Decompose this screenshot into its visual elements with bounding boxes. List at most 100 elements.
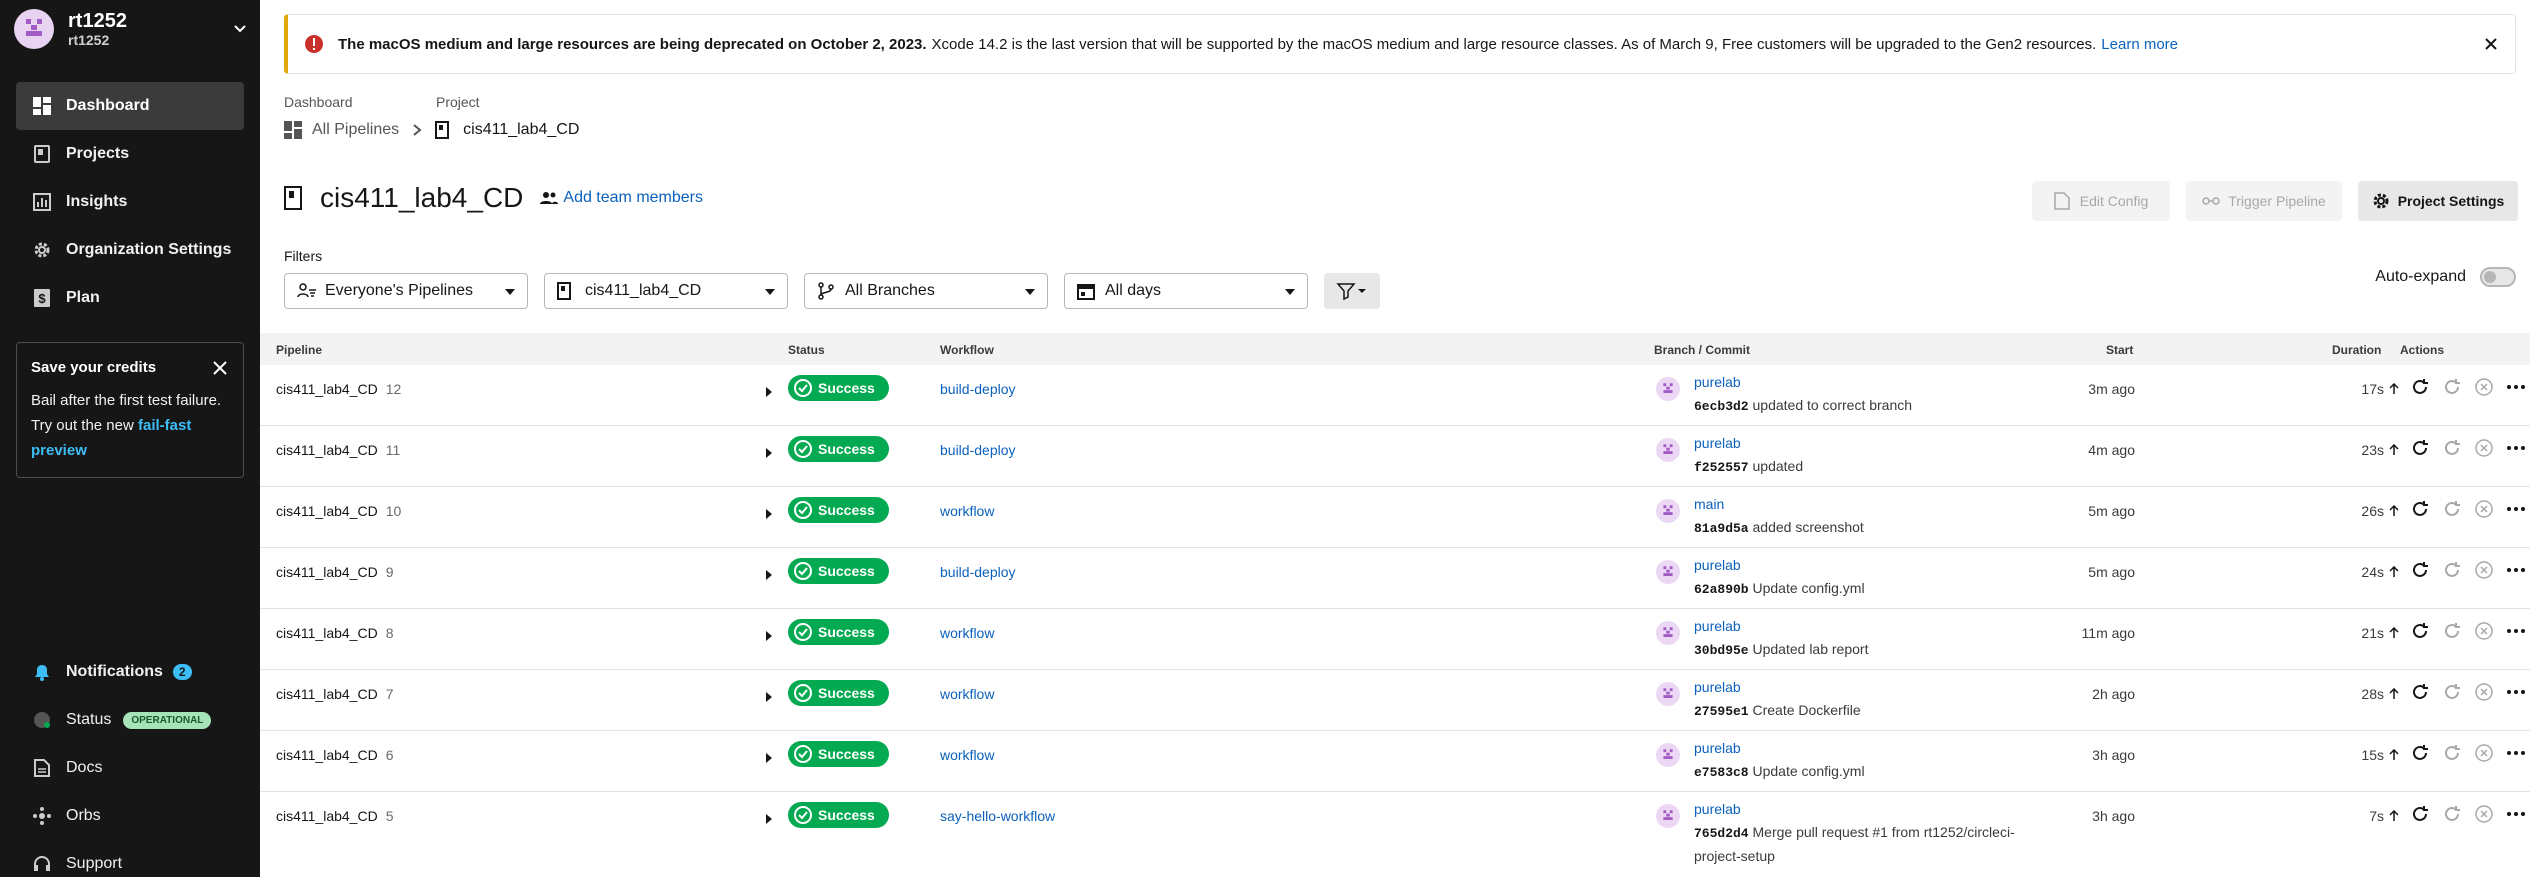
nav-support[interactable]: Support bbox=[16, 840, 244, 877]
expand-caret-icon[interactable] bbox=[766, 570, 772, 580]
rerun-failed-icon[interactable] bbox=[2442, 377, 2462, 397]
table-row[interactable]: cis411_lab4_CD 7 Success workflow purelab… bbox=[260, 670, 2530, 731]
workflow-link[interactable]: workflow bbox=[940, 625, 994, 641]
more-icon[interactable] bbox=[2506, 499, 2526, 519]
nav-notifications[interactable]: Notifications 2 bbox=[16, 648, 244, 696]
more-icon[interactable] bbox=[2506, 377, 2526, 397]
expand-caret-icon[interactable] bbox=[766, 631, 772, 641]
workflow-link[interactable]: workflow bbox=[940, 686, 994, 702]
commit-sha[interactable]: 81a9d5a bbox=[1694, 521, 1749, 536]
rerun-failed-icon[interactable] bbox=[2442, 438, 2462, 458]
cancel-icon[interactable] bbox=[2474, 621, 2494, 641]
nav-docs[interactable]: Docs bbox=[16, 744, 244, 792]
rerun-icon[interactable] bbox=[2410, 560, 2430, 580]
cancel-icon[interactable] bbox=[2474, 438, 2494, 458]
cancel-icon[interactable] bbox=[2474, 682, 2494, 702]
org-switcher[interactable]: rt1252 rt1252 bbox=[14, 6, 250, 52]
auto-expand-toggle[interactable] bbox=[2480, 267, 2516, 287]
nav-projects[interactable]: Projects bbox=[16, 130, 244, 178]
rerun-icon[interactable] bbox=[2410, 621, 2430, 641]
add-team-members-link[interactable]: Add team members bbox=[539, 188, 703, 208]
table-row[interactable]: cis411_lab4_CD 11 Success build-deploy pu… bbox=[260, 426, 2530, 487]
workflow-link[interactable]: build-deploy bbox=[940, 442, 1016, 458]
branch-filter-select[interactable]: All Branches bbox=[804, 273, 1048, 309]
learn-more-link[interactable]: Learn more bbox=[2101, 36, 2178, 53]
commit-sha[interactable]: 765d2d4 bbox=[1694, 826, 1749, 841]
commit-sha[interactable]: 30bd95e bbox=[1694, 643, 1749, 658]
branch-link[interactable]: purelab bbox=[1694, 374, 1741, 390]
more-icon[interactable] bbox=[2506, 682, 2526, 702]
rerun-failed-icon[interactable] bbox=[2442, 499, 2462, 519]
rerun-icon[interactable] bbox=[2410, 499, 2430, 519]
commit-sha[interactable]: f252557 bbox=[1694, 460, 1749, 475]
nav-plan[interactable]: $ Plan bbox=[16, 274, 244, 322]
expand-caret-icon[interactable] bbox=[766, 692, 772, 702]
workflow-link[interactable]: build-deploy bbox=[940, 381, 1016, 397]
status-badge[interactable]: Success bbox=[788, 497, 889, 523]
cancel-icon[interactable] bbox=[2474, 743, 2494, 763]
status-badge[interactable]: Success bbox=[788, 375, 889, 401]
status-badge[interactable]: Success bbox=[788, 741, 889, 767]
commit-sha[interactable]: e7583c8 bbox=[1694, 765, 1749, 780]
workflow-link[interactable]: build-deploy bbox=[940, 564, 1016, 580]
table-row[interactable]: cis411_lab4_CD 5 Success say-hello-workfl… bbox=[260, 792, 2530, 877]
branch-link[interactable]: purelab bbox=[1694, 435, 1741, 451]
branch-link[interactable]: main bbox=[1694, 496, 1724, 512]
cancel-icon[interactable] bbox=[2474, 560, 2494, 580]
rerun-failed-icon[interactable] bbox=[2442, 621, 2462, 641]
workflow-link[interactable]: workflow bbox=[940, 503, 994, 519]
workflow-link[interactable]: workflow bbox=[940, 747, 994, 763]
project-filter-select[interactable]: cis411_lab4_CD bbox=[544, 273, 788, 309]
close-icon[interactable] bbox=[211, 359, 229, 377]
rerun-failed-icon[interactable] bbox=[2442, 682, 2462, 702]
commit-sha[interactable]: 62a890b bbox=[1694, 582, 1749, 597]
status-badge[interactable]: Success bbox=[788, 680, 889, 706]
cancel-icon[interactable] bbox=[2474, 499, 2494, 519]
rerun-failed-icon[interactable] bbox=[2442, 560, 2462, 580]
more-icon[interactable] bbox=[2506, 560, 2526, 580]
table-row[interactable]: cis411_lab4_CD 10 Success workflow main 8… bbox=[260, 487, 2530, 548]
nav-dashboard[interactable]: Dashboard bbox=[16, 82, 244, 130]
cancel-icon[interactable] bbox=[2474, 377, 2494, 397]
table-row[interactable]: cis411_lab4_CD 6 Success workflow purelab… bbox=[260, 731, 2530, 792]
status-badge[interactable]: Success bbox=[788, 558, 889, 584]
pipeline-name[interactable]: cis411_lab4_CD 10 bbox=[276, 503, 401, 519]
table-row[interactable]: cis411_lab4_CD 9 Success build-deploy pur… bbox=[260, 548, 2530, 609]
breadcrumb-project[interactable]: cis411_lab4_CD bbox=[463, 121, 579, 139]
rerun-icon[interactable] bbox=[2410, 682, 2430, 702]
cancel-icon[interactable] bbox=[2474, 804, 2494, 824]
more-icon[interactable] bbox=[2506, 804, 2526, 824]
pipelines-filter-select[interactable]: Everyone's Pipelines bbox=[284, 273, 528, 309]
pipeline-name[interactable]: cis411_lab4_CD 7 bbox=[276, 686, 394, 702]
pipeline-name[interactable]: cis411_lab4_CD 9 bbox=[276, 564, 394, 580]
workflow-link[interactable]: say-hello-workflow bbox=[940, 808, 1055, 824]
advanced-filter-button[interactable] bbox=[1324, 273, 1380, 309]
branch-link[interactable]: purelab bbox=[1694, 618, 1741, 634]
pipeline-name[interactable]: cis411_lab4_CD 6 bbox=[276, 747, 394, 763]
nav-status[interactable]: Status OPERATIONAL bbox=[16, 696, 244, 744]
nav-organization-settings[interactable]: Organization Settings bbox=[16, 226, 244, 274]
commit-sha[interactable]: 6ecb3d2 bbox=[1694, 399, 1749, 414]
status-badge[interactable]: Success bbox=[788, 619, 889, 645]
pipeline-name[interactable]: cis411_lab4_CD 8 bbox=[276, 625, 394, 641]
branch-link[interactable]: purelab bbox=[1694, 801, 1741, 817]
rerun-failed-icon[interactable] bbox=[2442, 804, 2462, 824]
branch-link[interactable]: purelab bbox=[1694, 679, 1741, 695]
rerun-failed-icon[interactable] bbox=[2442, 743, 2462, 763]
branch-link[interactable]: purelab bbox=[1694, 557, 1741, 573]
expand-caret-icon[interactable] bbox=[766, 387, 772, 397]
close-icon[interactable] bbox=[2481, 34, 2501, 54]
nav-insights[interactable]: Insights bbox=[16, 178, 244, 226]
nav-orbs[interactable]: Orbs bbox=[16, 792, 244, 840]
project-settings-button[interactable]: Project Settings bbox=[2358, 181, 2518, 221]
rerun-icon[interactable] bbox=[2410, 804, 2430, 824]
expand-caret-icon[interactable] bbox=[766, 509, 772, 519]
breadcrumb-all-pipelines[interactable]: All Pipelines bbox=[312, 121, 399, 139]
rerun-icon[interactable] bbox=[2410, 377, 2430, 397]
more-icon[interactable] bbox=[2506, 621, 2526, 641]
branch-link[interactable]: purelab bbox=[1694, 740, 1741, 756]
date-filter-select[interactable]: All days bbox=[1064, 273, 1308, 309]
status-badge[interactable]: Success bbox=[788, 436, 889, 462]
pipeline-name[interactable]: cis411_lab4_CD 5 bbox=[276, 808, 394, 824]
status-badge[interactable]: Success bbox=[788, 802, 889, 828]
